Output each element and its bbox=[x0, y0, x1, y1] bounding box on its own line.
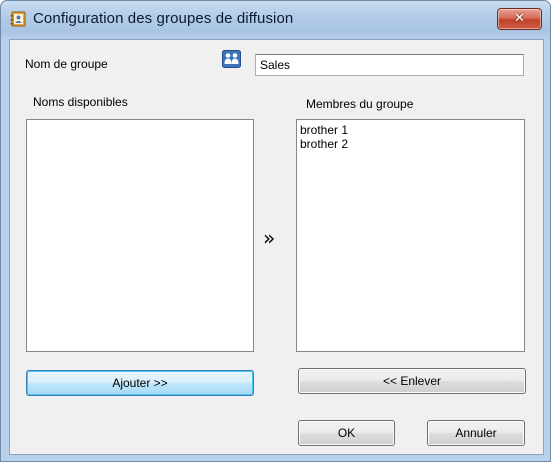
transfer-arrow-icon: » bbox=[263, 226, 276, 250]
cancel-button[interactable]: Annuler bbox=[427, 420, 525, 446]
list-item[interactable]: brother 2 bbox=[297, 137, 524, 151]
remove-button[interactable]: << Enlever bbox=[298, 368, 526, 394]
group-name-label: Nom de groupe bbox=[25, 57, 108, 71]
list-item[interactable]: brother 1 bbox=[297, 123, 524, 137]
group-people-icon bbox=[222, 50, 241, 68]
close-button[interactable]: ✕ bbox=[497, 8, 542, 30]
available-names-label: Noms disponibles bbox=[33, 95, 128, 109]
group-members-list[interactable]: brother 1 brother 2 bbox=[296, 119, 525, 352]
dialog-content: Nom de groupe Sales Noms disponibles Mem… bbox=[9, 39, 544, 455]
group-name-input[interactable]: Sales bbox=[255, 54, 524, 76]
add-button[interactable]: Ajouter >> bbox=[26, 370, 254, 396]
address-book-icon bbox=[9, 10, 27, 28]
window-title: Configuration des groupes de diffusion bbox=[33, 10, 294, 27]
title-bar[interactable]: Configuration des groupes de diffusion ✕ bbox=[1, 1, 550, 39]
dialog-window: Configuration des groupes de diffusion ✕… bbox=[0, 0, 551, 462]
ok-button[interactable]: OK bbox=[298, 420, 395, 446]
available-names-list[interactable] bbox=[26, 119, 254, 352]
group-members-label: Membres du groupe bbox=[306, 97, 414, 111]
close-icon: ✕ bbox=[514, 11, 525, 26]
